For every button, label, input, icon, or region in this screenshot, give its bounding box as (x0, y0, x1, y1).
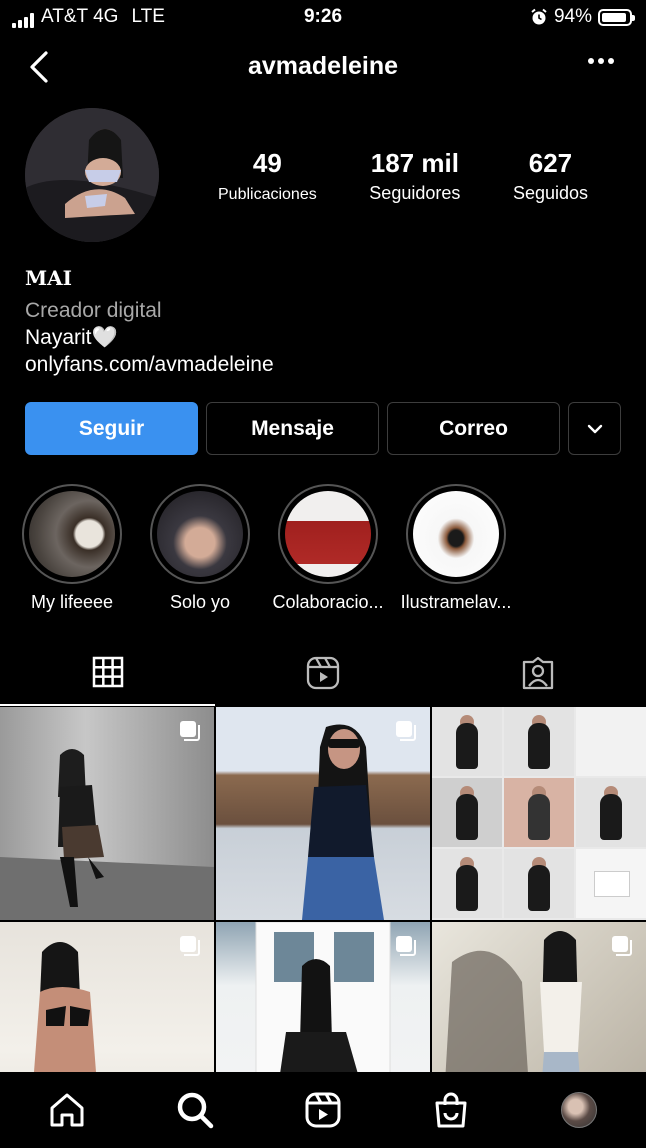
tab-reels[interactable] (215, 640, 430, 706)
profile-avatar (561, 1092, 597, 1128)
highlight-ring (278, 484, 378, 584)
multiple-posts-icon (180, 721, 200, 741)
following-label: Seguidos (512, 183, 588, 203)
highlight-label: Ilustramelav... (400, 592, 512, 612)
username-title: avmadeleine (247, 52, 399, 80)
bottom-navigation (0, 1072, 646, 1148)
multiple-posts-icon (180, 936, 200, 956)
profile-bio: MAI Creador digital Nayarit🤍 onlyfans.co… (25, 266, 625, 377)
suggested-dropdown-button[interactable] (568, 402, 621, 455)
followers-stat[interactable]: 187 mil Seguidores (369, 148, 460, 204)
highlight-ring (22, 484, 122, 584)
message-button[interactable]: Mensaje (206, 402, 379, 455)
highlight-item[interactable]: Solo yo (140, 484, 260, 613)
email-button[interactable]: Correo (387, 402, 560, 455)
highlight-item[interactable]: Colaboracio... (268, 484, 388, 613)
highlight-cover (285, 491, 371, 577)
multiple-posts-icon (612, 936, 632, 956)
grid-icon (92, 656, 123, 688)
profile-avatar[interactable] (25, 108, 159, 242)
nav-search[interactable] (173, 1088, 217, 1132)
profile-header: avmadeleine (0, 40, 646, 94)
followers-label: Seguidores (369, 183, 461, 203)
highlight-label: Solo yo (169, 592, 231, 612)
search-icon (177, 1092, 214, 1129)
bio-link[interactable]: onlyfans.com/avmadeleine (25, 353, 625, 377)
following-count: 627 (528, 148, 573, 178)
story-highlights: My lifeeee Solo yo Colaboracio... Ilustr… (20, 484, 640, 614)
status-right: 94% (530, 6, 635, 28)
nav-profile[interactable] (557, 1088, 601, 1132)
battery-percent: 94% (553, 6, 592, 27)
display-name: MAI (25, 266, 73, 290)
post-thumbnail[interactable] (432, 922, 646, 1072)
highlight-cover (29, 491, 115, 577)
posts-grid (0, 707, 646, 1072)
tab-grid[interactable] (0, 640, 215, 706)
reels-icon (305, 1092, 341, 1128)
highlight-ring (150, 484, 250, 584)
posts-label: Publicaciones (218, 186, 317, 203)
more-options-button[interactable] (588, 58, 614, 64)
multiple-posts-icon (396, 721, 416, 741)
post-thumbnail[interactable] (216, 922, 430, 1072)
highlight-item[interactable]: My lifeeee (12, 484, 132, 613)
alarm-clock-icon (531, 8, 547, 25)
follow-button[interactable]: Seguir (25, 402, 198, 455)
followers-count: 187 mil (370, 148, 459, 178)
profile-tabs (0, 640, 646, 706)
post-thumbnail[interactable] (0, 922, 214, 1072)
post-thumbnail[interactable] (216, 707, 430, 920)
highlight-ring (406, 484, 506, 584)
profile-stats: 49 Publicaciones 187 mil Seguidores 627 … (218, 148, 588, 204)
category-label: Creador digital (25, 299, 162, 322)
highlight-cover (157, 491, 243, 577)
highlight-label: My lifeeee (30, 592, 114, 612)
tagged-icon (522, 656, 553, 690)
status-bar: AT&T 4G LTE 9:26 94% (0, 0, 646, 34)
highlight-cover (413, 491, 499, 577)
post-thumbnail[interactable] (0, 707, 214, 920)
nav-home[interactable] (45, 1088, 89, 1132)
highlight-label: Colaboracio... (272, 592, 384, 612)
battery-icon (598, 8, 635, 26)
highlight-item[interactable]: Ilustramelav... (396, 484, 516, 613)
bio-text: Nayarit🤍 (25, 326, 118, 349)
shop-icon (435, 1092, 467, 1128)
posts-stat[interactable]: 49 Publicaciones (218, 148, 317, 204)
nav-shop[interactable] (429, 1088, 473, 1132)
multiple-posts-icon (396, 936, 416, 956)
tab-tagged[interactable] (430, 640, 645, 706)
posts-count: 49 (252, 148, 282, 178)
action-buttons: Seguir Mensaje Correo (25, 402, 621, 456)
chevron-down-icon (587, 424, 602, 433)
home-icon (50, 1093, 84, 1127)
battery-fill (602, 12, 627, 22)
ellipsis-icon (588, 58, 594, 64)
avatar-photo (25, 108, 159, 242)
nav-reels[interactable] (301, 1088, 345, 1132)
post-thumbnail[interactable] (432, 707, 646, 920)
following-stat[interactable]: 627 Seguidos (513, 148, 588, 204)
reels-icon (306, 656, 339, 690)
